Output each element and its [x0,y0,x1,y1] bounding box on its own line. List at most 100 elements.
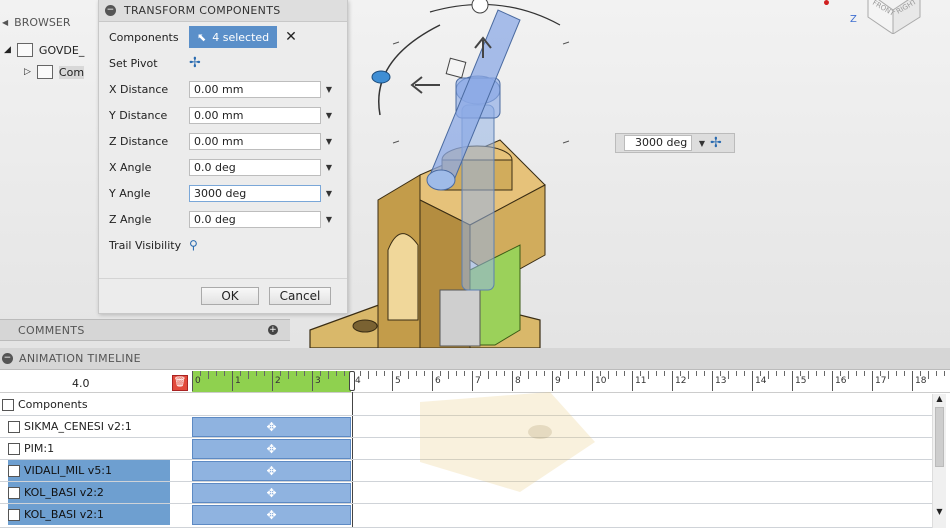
collapse-icon[interactable]: − [2,353,13,364]
vertical-scrollbar[interactable]: ▲ ▼ [932,394,946,528]
component-icon [8,464,20,477]
chevron-down-icon[interactable]: ▼ [323,163,335,172]
move-icon: ✥ [266,486,277,500]
ok-button[interactable]: OK [201,287,259,305]
pivot-icon[interactable]: ✢ [710,135,722,151]
ruler-minor-tick [936,371,937,376]
components-selection-button[interactable]: ⬉ 4 selected [189,26,278,48]
cursor-icon: ⬉ [197,30,207,44]
floating-angle-input[interactable]: 3000 deg ▼ ✢ [615,133,735,153]
selected-count: 4 selected [212,30,270,44]
ruler-minor-tick [888,371,889,379]
browser-child-item[interactable]: ▷ Com [4,61,100,83]
track-item[interactable]: KOL_BASI v2:1 [8,504,170,525]
browser-panel-header[interactable]: ◀ BROWSER [0,12,100,32]
collapse-icon[interactable]: − [105,5,116,16]
x-angle-input[interactable]: 0.0 deg [189,158,321,176]
ruler-major-tick [592,371,593,391]
chevron-down-icon[interactable]: ▼ [696,139,708,148]
ruler-minor-tick [736,371,737,376]
animation-bar[interactable]: ✥ [192,505,351,525]
timeline-title: ANIMATION TIMELINE [19,352,141,365]
z-angle-input[interactable]: 0.0 deg [189,210,321,228]
chevron-down-icon[interactable]: ▼ [323,215,335,224]
ruler-minor-tick [536,371,537,376]
chevron-down-icon[interactable]: ▼ [323,85,335,94]
ruler-minor-tick [584,371,585,376]
track-item[interactable]: VIDALI_MIL v5:1 [8,460,170,481]
components-root-label: Components [18,398,88,411]
animation-bar[interactable]: ✥ [192,417,351,437]
dialog-title-bar[interactable]: − TRANSFORM COMPONENTS [99,0,347,22]
animation-bar[interactable]: ✥ [192,483,351,503]
animation-bar[interactable]: ✥ [192,461,351,481]
ruler-minor-tick [344,371,345,376]
collapse-left-icon[interactable]: ◀ [2,18,8,27]
comments-panel-header[interactable]: COMMENTS + [0,319,290,341]
ruler-minor-tick [696,371,697,376]
chevron-down-icon[interactable]: ▼ [323,189,335,198]
scroll-thumb[interactable] [935,407,944,467]
components-root-item[interactable]: Components [2,394,164,415]
x-angle-row: X Angle 0.0 deg ▼ [109,156,339,178]
track-label: KOL_BASI v2:1 [24,508,104,521]
add-comment-icon[interactable]: + [268,325,278,335]
set-pivot-row: Set Pivot ✢ [109,52,339,74]
ruler-minor-tick [248,371,249,379]
track-item[interactable]: SIKMA_CENESI v2:1 [8,416,170,437]
ruler-tick-label: 3 [315,376,321,386]
ruler-minor-tick [608,371,609,379]
cancel-button[interactable]: Cancel [269,287,331,305]
ruler-major-tick [232,371,233,391]
expand-right-icon[interactable]: ▷ [24,67,31,77]
viewcube[interactable]: FRONT RIGHT Z [850,0,928,35]
timeline-header[interactable]: − ANIMATION TIMELINE [0,348,950,370]
ruler-minor-tick [640,371,641,376]
ruler-tick-label: 1 [235,376,241,386]
playhead[interactable] [349,371,355,391]
x-distance-row: X Distance 0.00 mm ▼ [109,78,339,100]
ruler-minor-tick [920,371,921,376]
browser-root-label: GOVDE_ [38,43,85,57]
track-item[interactable]: KOL_BASI v2:2 [8,482,170,503]
timeline-track: VIDALI_MIL v5:1 ✥ [0,460,932,482]
ruler-minor-tick [568,371,569,379]
time-ruler[interactable]: 0 1 2 3 4 5 6 7 8 9 10 11 12 13 14 15 16 17 18 [192,371,945,392]
ruler-minor-tick [856,371,857,376]
ruler-major-tick [552,371,553,391]
track-label: SIKMA_CENESI v2:1 [24,420,132,433]
ruler-minor-tick [368,371,369,379]
ruler-minor-tick [928,371,929,379]
chevron-down-icon[interactable]: ▼ [323,111,335,120]
chevron-down-icon[interactable]: ▼ [323,137,335,146]
delete-view-icon[interactable]: 🗑 [172,375,188,391]
ruler-minor-tick [304,371,305,376]
pivot-icon[interactable]: ✢ [189,55,201,71]
scroll-up-icon[interactable]: ▲ [933,394,946,403]
floating-angle-value: 3000 deg [624,135,692,151]
z-distance-input[interactable]: 0.00 mm [189,132,321,150]
y-angle-row: Y Angle 3000 deg ▼ [109,182,339,204]
warning-icon: • [822,0,831,12]
ruler-major-tick [752,371,753,391]
ruler-minor-tick [600,371,601,376]
move-icon: ✥ [266,508,277,522]
ruler-minor-tick [760,371,761,376]
scroll-down-icon[interactable]: ▼ [933,507,946,516]
field-label: Z Distance [109,134,169,148]
ruler-tick-label: 5 [395,376,401,386]
animation-bar[interactable]: ✥ [192,439,351,459]
clear-selection-icon[interactable]: ✕ [285,29,297,45]
ruler-minor-tick [744,371,745,376]
assembly-icon [2,398,14,411]
expand-down-icon[interactable]: ◢ [4,45,11,55]
track-item[interactable]: PIM:1 [8,438,170,459]
browser-root-item[interactable]: ◢ GOVDE_ [4,39,100,61]
comments-title: COMMENTS [18,323,85,337]
y-distance-input[interactable]: 0.00 mm [189,106,321,124]
x-distance-input[interactable]: 0.00 mm [189,80,321,98]
trail-visibility-icon[interactable]: ⚲ [189,238,198,252]
trail-visibility-row: Trail Visibility ⚲ [109,234,339,256]
ruler-minor-tick [824,371,825,376]
y-angle-input[interactable]: 3000 deg [189,184,321,202]
